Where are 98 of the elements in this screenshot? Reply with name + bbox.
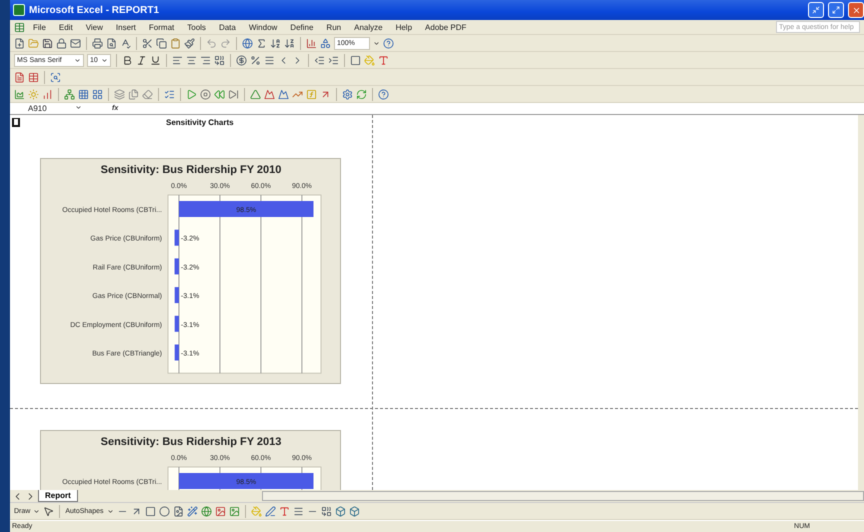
help-icon[interactable]	[383, 38, 394, 48]
refresh-icon[interactable]	[356, 88, 367, 100]
table-icon[interactable]	[28, 72, 39, 82]
sort-descending-icon[interactable]	[284, 38, 295, 48]
fill-color-icon[interactable]	[364, 54, 375, 66]
italic-icon[interactable]	[136, 54, 147, 66]
font-color-icon[interactable]	[378, 54, 389, 66]
chart-title: Sensitivity: Bus Ridership FY 2010	[100, 164, 282, 176]
lock-icon[interactable]	[56, 38, 67, 48]
bar	[174, 316, 179, 332]
menu-item[interactable]: Data	[214, 22, 241, 32]
drawing-icon[interactable]	[320, 38, 331, 48]
stop-icon[interactable]	[200, 88, 211, 100]
bar	[174, 258, 179, 274]
menu-item[interactable]: Analyze	[349, 22, 388, 32]
currency-icon[interactable]	[236, 54, 247, 66]
chart-title: Sensitivity: Bus Ridership FY 2013	[100, 436, 282, 448]
pointer-icon[interactable]	[43, 506, 54, 516]
app-icon	[13, 4, 25, 16]
minimize-button[interactable]	[808, 2, 824, 18]
picture-icon[interactable]	[228, 506, 240, 516]
close-button[interactable]	[848, 2, 864, 18]
list-icon[interactable]	[164, 88, 175, 100]
rectangle-icon[interactable]	[144, 506, 156, 516]
print-preview-icon[interactable]	[106, 38, 117, 48]
bar	[174, 230, 179, 246]
autosum-icon[interactable]	[256, 38, 267, 48]
caret-icon[interactable]	[101, 56, 108, 64]
menu-item[interactable]: Window	[244, 22, 282, 32]
menu-item[interactable]: File	[28, 22, 51, 32]
area-chart-icon[interactable]	[14, 88, 25, 100]
maximize-button[interactable]	[828, 2, 844, 18]
play-icon[interactable]	[186, 88, 197, 100]
layers-icon[interactable]	[114, 88, 125, 100]
format-painter-icon[interactable]	[184, 38, 195, 48]
underline-icon[interactable]	[150, 54, 161, 66]
sheet-tab[interactable]: Report	[38, 490, 78, 502]
menu-item[interactable]: Insert	[110, 22, 141, 32]
copy-icon[interactable]	[156, 38, 167, 48]
mail-icon[interactable]	[70, 38, 81, 48]
caret-icon[interactable]	[33, 508, 40, 514]
bar	[174, 287, 179, 304]
align-right-icon[interactable]	[200, 54, 211, 66]
menu-item[interactable]: Run	[321, 22, 346, 32]
font-color-icon[interactable]	[278, 506, 290, 516]
rewind-icon[interactable]	[214, 88, 225, 100]
triangle-icon[interactable]	[250, 88, 261, 100]
close-icon	[852, 6, 860, 14]
cut-icon[interactable]	[142, 38, 153, 48]
caret-icon[interactable]	[75, 104, 82, 111]
chart-wizard-icon[interactable]	[306, 38, 317, 48]
menu-item[interactable]: Help	[390, 22, 418, 32]
bar-chart-icon[interactable]	[42, 88, 53, 100]
clip-art-icon[interactable]	[214, 506, 226, 516]
paste-icon[interactable]	[170, 38, 181, 48]
spelling-icon[interactable]	[120, 38, 131, 48]
menu-item[interactable]: Edit	[54, 22, 78, 32]
mountain-icon[interactable]	[264, 88, 275, 100]
grid-icon[interactable]	[78, 88, 89, 100]
caret-icon[interactable]	[106, 508, 114, 514]
name-box[interactable]: A910	[10, 104, 86, 113]
oval-icon[interactable]	[158, 506, 170, 516]
settings-icon[interactable]	[342, 88, 353, 100]
menu-item[interactable]: Format	[144, 22, 180, 32]
caret-icon[interactable]	[373, 40, 380, 46]
step-icon[interactable]	[228, 88, 239, 100]
sort-ascending-icon[interactable]	[270, 38, 281, 48]
eraser-icon[interactable]	[142, 88, 153, 100]
percent-icon[interactable]	[250, 54, 261, 66]
sheet-heading: Sensitivity Charts	[166, 118, 234, 126]
mountain-icon[interactable]	[278, 88, 289, 100]
fill-color-icon[interactable]	[250, 506, 262, 516]
layout-icon[interactable]	[92, 88, 103, 100]
align-left-icon[interactable]	[172, 54, 183, 66]
new-document-icon[interactable]	[14, 38, 25, 48]
window-title: Microsoft Excel - REPORT1	[29, 4, 160, 16]
menu-item[interactable]: View	[80, 22, 108, 32]
bold-icon[interactable]	[122, 54, 133, 66]
select-all-icon[interactable]	[12, 118, 20, 126]
horizontal-scrollbar[interactable]	[262, 491, 864, 501]
menu-item[interactable]: Define	[285, 22, 318, 32]
minimize-icon	[812, 6, 820, 14]
print-icon[interactable]	[92, 38, 103, 48]
maximize-icon	[832, 6, 840, 14]
save-icon[interactable]	[42, 38, 53, 48]
network-icon[interactable]	[64, 88, 75, 100]
help-icon[interactable]	[378, 88, 389, 100]
decrease-indent-icon[interactable]	[314, 54, 325, 66]
workbook-icon[interactable]	[14, 22, 25, 32]
menu-item[interactable]: Adobe PDF	[420, 22, 472, 32]
files-icon[interactable]	[128, 88, 139, 100]
caret-icon[interactable]	[74, 56, 81, 64]
align-center-icon[interactable]	[186, 54, 197, 66]
3d-icon[interactable]	[348, 506, 360, 516]
menu-item[interactable]: Tools	[182, 22, 211, 32]
increase-indent-icon[interactable]	[328, 54, 339, 66]
bar	[174, 344, 179, 360]
line-color-icon[interactable]	[264, 506, 276, 516]
